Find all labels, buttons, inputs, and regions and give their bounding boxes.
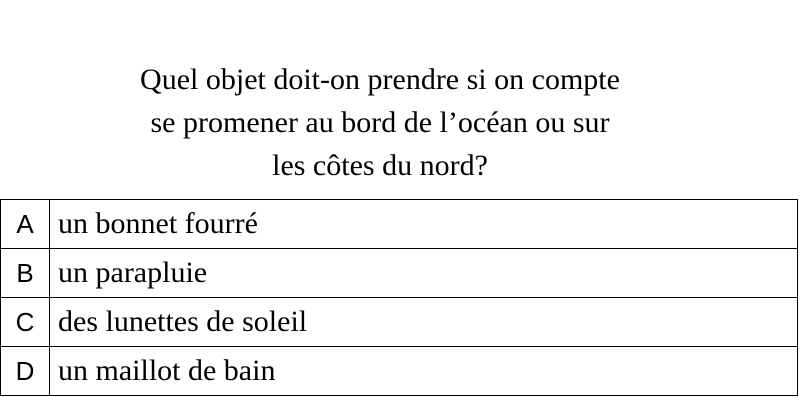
question-text: Quel objet doit-on prendre si on compte …	[80, 58, 680, 187]
option-letter: A	[0, 199, 50, 249]
answer-option-b[interactable]: B un parapluie	[0, 248, 798, 298]
answer-option-d[interactable]: D un maillot de bain	[0, 346, 798, 396]
answer-option-c[interactable]: C des lunettes de soleil	[0, 297, 798, 347]
option-text: un maillot de bain	[49, 346, 798, 396]
option-text: des lunettes de soleil	[49, 297, 798, 347]
option-letter: D	[0, 346, 50, 396]
question-line: Quel objet doit-on prendre si on compte	[140, 63, 620, 96]
question-line: les côtes du nord?	[272, 149, 488, 182]
option-text: un bonnet fourré	[49, 199, 798, 249]
option-letter: B	[0, 248, 50, 298]
answer-options-table: A un bonnet fourré B un parapluie C des …	[0, 199, 798, 396]
question-line: se promener au bord de l’océan ou sur	[150, 106, 610, 139]
option-text: un parapluie	[49, 248, 798, 298]
answer-option-a[interactable]: A un bonnet fourré	[0, 199, 798, 249]
option-letter: C	[0, 297, 50, 347]
